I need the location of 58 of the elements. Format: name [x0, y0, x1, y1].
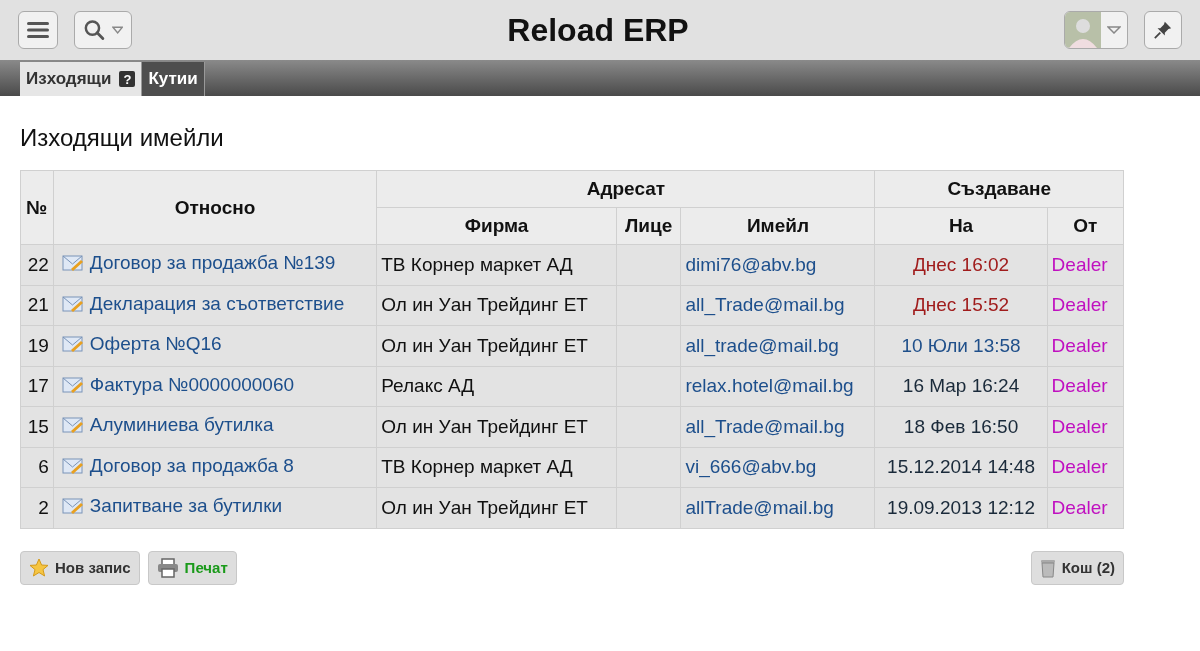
tab-label: Изходящи — [26, 69, 112, 89]
table-cell: ТВ Корнер маркет АД — [376, 244, 617, 285]
column-header: Имейл — [680, 207, 875, 245]
menu-button[interactable] — [18, 11, 58, 49]
trash-icon — [1039, 557, 1056, 578]
email-edit-icon — [61, 456, 84, 475]
table-cell: Релакс АД — [376, 366, 617, 407]
app-title: Reload ERP — [506, 11, 690, 49]
table-cell: ТВ Корнер маркет АД — [376, 447, 617, 488]
column-header: Относно — [53, 170, 377, 245]
new-record-button[interactable]: Нов запис — [20, 550, 140, 585]
pin-button[interactable] — [1144, 11, 1182, 49]
email-edit-icon — [61, 254, 84, 273]
trash-button[interactable]: Кош (2) — [1030, 550, 1124, 585]
avatar-placeholder — [1065, 12, 1101, 48]
table-cell: Днес 15:52 — [874, 285, 1048, 326]
printer-icon — [156, 557, 179, 578]
table-cell: Днес 16:02 — [874, 244, 1048, 285]
menu-icon — [27, 21, 49, 39]
column-group-header: Създаване — [874, 170, 1124, 208]
email-edit-icon — [61, 416, 84, 435]
table-cell: Ол ин Уан Трейдинг ЕТ — [376, 406, 617, 447]
email-edit-icon — [61, 294, 84, 313]
table-cell: 6 — [20, 447, 54, 488]
table-cell: Ол ин Уан Трейдинг ЕТ — [376, 487, 617, 528]
table-cell: 17 — [20, 366, 54, 407]
pin-icon — [1153, 19, 1173, 41]
table-cell: 19.09.2013 12:12 — [874, 487, 1048, 528]
table-cell: 21 — [20, 285, 54, 326]
table-cell: 22 — [20, 244, 54, 285]
column-header: На — [874, 207, 1048, 245]
table-cell: 10 Юли 13:58 — [874, 325, 1048, 366]
tab[interactable]: Кутии — [142, 62, 205, 96]
caret-icon — [111, 26, 123, 34]
email-edit-icon — [61, 497, 84, 516]
page-title: Изходящи имейли — [20, 124, 225, 152]
table-cell: 19 — [20, 325, 54, 366]
column-header: Лице — [616, 207, 681, 245]
email-edit-icon — [61, 335, 84, 354]
table-cell: 18 Фев 16:50 — [874, 406, 1048, 447]
column-header: Фирма — [376, 207, 617, 245]
tab-label: Кутии — [148, 69, 198, 89]
caret-icon — [1107, 26, 1121, 34]
star-icon — [29, 557, 49, 578]
table-cell: 16 Мар 16:24 — [874, 366, 1048, 407]
search-button[interactable] — [74, 11, 132, 49]
table-cell: Ол ин Уан Трейдинг ЕТ — [376, 325, 617, 366]
table-cell: 15 — [20, 406, 54, 447]
table-cell: 2 — [20, 487, 54, 528]
column-group-header: Адресат — [376, 170, 875, 208]
table-cell: Ол ин Уан Трейдинг ЕТ — [376, 285, 617, 326]
column-header: От — [1047, 207, 1124, 245]
table-cell: 15.12.2014 14:48 — [874, 447, 1048, 488]
tab[interactable]: Изходящи ? — [20, 62, 143, 96]
email-edit-icon — [61, 375, 84, 394]
column-header: № — [20, 170, 54, 245]
help-icon[interactable]: ? — [119, 71, 136, 87]
search-icon — [83, 18, 106, 42]
